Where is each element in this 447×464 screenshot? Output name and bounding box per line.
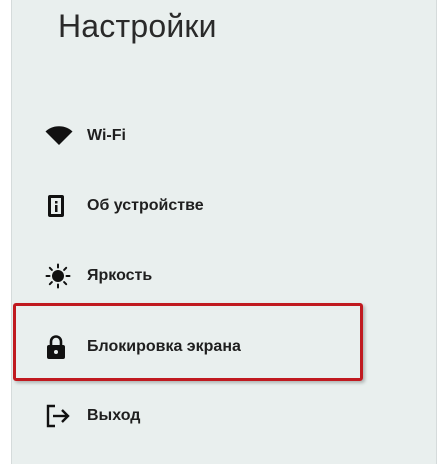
settings-panel: Настройки Wi-Fi Об устройстве Яркость Бл… (11, 0, 437, 464)
menu-item-label: Выход (87, 407, 141, 424)
info-icon (45, 191, 75, 221)
menu-item-about-device[interactable]: Об устройстве (45, 186, 425, 226)
menu-item-logout[interactable]: Выход (45, 396, 425, 436)
menu-item-label: Блокировка экрана (87, 338, 241, 355)
wifi-icon (45, 121, 75, 151)
logout-icon (45, 401, 75, 431)
menu-item-screen-lock[interactable]: Блокировка экрана (45, 327, 425, 367)
lock-icon (45, 332, 75, 362)
brightness-icon (45, 261, 75, 291)
menu-item-label: Wi-Fi (87, 127, 126, 144)
menu-item-label: Об устройстве (87, 197, 204, 214)
menu-item-wifi[interactable]: Wi-Fi (45, 116, 425, 156)
page-title: Настройки (58, 8, 217, 44)
menu-item-label: Яркость (87, 267, 153, 284)
menu-item-brightness[interactable]: Яркость (45, 256, 425, 296)
